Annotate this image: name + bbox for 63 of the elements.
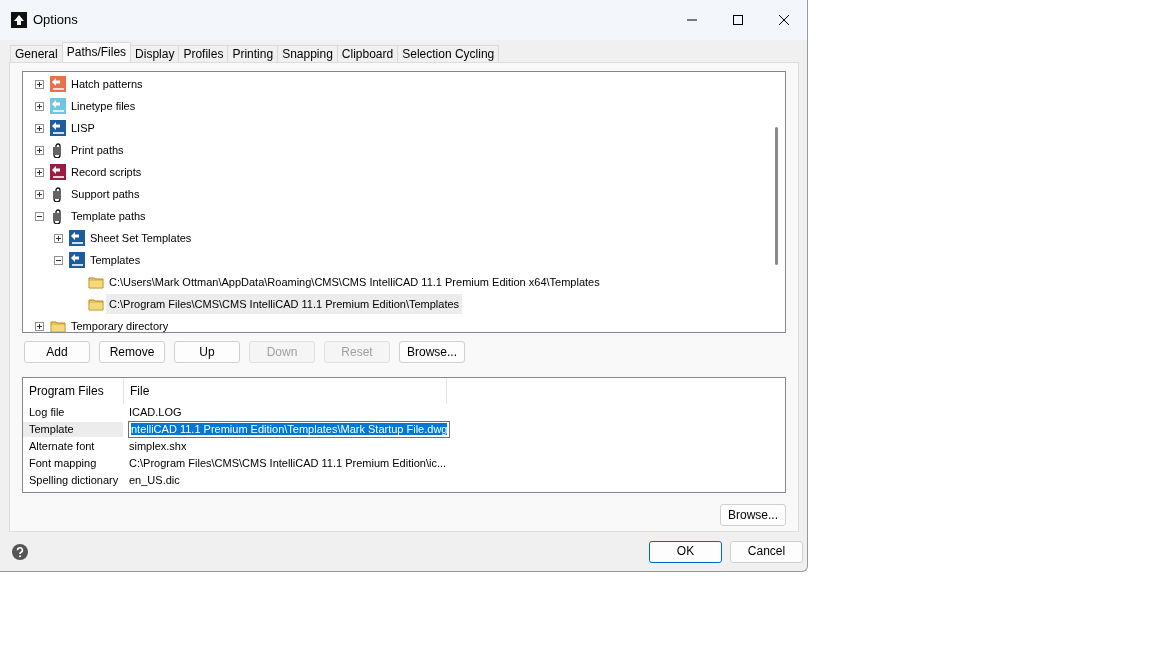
folder-icon: [50, 318, 66, 332]
expand-icon[interactable]: [35, 321, 44, 331]
tree-item[interactable]: Linetype files: [68, 96, 139, 116]
tree-item[interactable]: Print paths: [68, 140, 127, 160]
tree-item[interactable]: Support paths: [68, 184, 143, 204]
help-icon: [12, 543, 28, 560]
folder-icon: [88, 296, 104, 312]
tree-item[interactable]: Templates: [87, 250, 144, 270]
row-label[interactable]: Template: [23, 422, 123, 438]
file-type-icon: [50, 120, 66, 136]
cancel-button[interactable]: Cancel: [730, 540, 803, 563]
action-button[interactable]: Remove: [99, 341, 165, 363]
tab[interactable]: Printing: [227, 45, 279, 62]
action-button[interactable]: Browse...: [399, 341, 465, 363]
file-type-icon: [69, 252, 85, 268]
action-button[interactable]: Up: [174, 341, 240, 363]
tab[interactable]: Paths/Files: [61, 42, 132, 62]
window-title: Options: [33, 11, 78, 30]
path-field[interactable]: ntelliCAD 11.1 Premium Edition\Templates\Mark Startup File.dwg: [128, 421, 451, 438]
table-cell-text: ICAD.LOG: [128, 405, 182, 421]
file-type-icon: [50, 98, 66, 114]
file-type-icon: [50, 76, 66, 92]
table-cell-text: en_US.dic: [128, 473, 180, 489]
expand-icon[interactable]: [35, 145, 44, 155]
collapse-icon[interactable]: [54, 255, 63, 265]
tree-item[interactable]: Temporary directory: [68, 316, 172, 332]
folder-icon: [88, 274, 104, 290]
column-header[interactable]: Program Files: [23, 378, 124, 404]
tree-item[interactable]: Hatch patterns: [68, 74, 146, 94]
tree-item[interactable]: Record scripts: [68, 162, 145, 182]
tab[interactable]: Selection Cycling: [397, 45, 500, 62]
file-type-icon: [69, 230, 85, 246]
ok-button[interactable]: OK: [649, 540, 722, 563]
expand-icon[interactable]: [35, 189, 44, 199]
tab[interactable]: Display: [130, 45, 180, 62]
expand-icon[interactable]: [35, 101, 44, 111]
action-button[interactable]: Add: [24, 341, 90, 363]
row-label[interactable]: Font mapping: [23, 456, 123, 472]
expand-icon[interactable]: [35, 123, 44, 133]
expand-icon[interactable]: [35, 79, 44, 89]
tree-item[interactable]: LISP: [68, 118, 98, 138]
column-header[interactable]: File: [124, 378, 447, 404]
expand-icon[interactable]: [54, 233, 63, 243]
row-label[interactable]: Spelling dictionary: [23, 473, 123, 489]
tree-item[interactable]: Template paths: [68, 206, 149, 226]
tab[interactable]: Snapping: [277, 45, 338, 62]
tree-item[interactable]: C:\Program Files\CMS\CMS IntelliCAD 11.1 Premium Edition\Templates: [106, 294, 463, 314]
maximize-icon: [733, 15, 743, 25]
tab[interactable]: Clipboard: [336, 45, 399, 62]
tab[interactable]: General: [10, 45, 63, 62]
row-label[interactable]: Alternate font: [23, 439, 123, 455]
collapse-icon[interactable]: [35, 211, 44, 221]
tree-item[interactable]: C:\Users\Mark Ottman\AppData\Roaming\CMS\CMS IntelliCAD 11.1 Premium Edition x64\Templates: [106, 272, 603, 292]
scrollbar-thumb[interactable]: [775, 127, 778, 265]
close-icon: [779, 15, 789, 25]
expand-icon[interactable]: [35, 167, 44, 177]
app-icon: [11, 12, 27, 28]
row-label[interactable]: Log file: [23, 405, 123, 421]
tree-item[interactable]: Sheet Set Templates: [87, 228, 195, 248]
browse-button[interactable]: Browse...: [720, 504, 786, 526]
file-type-icon: [50, 164, 66, 180]
table-cell-text: simplex.shx: [128, 439, 187, 455]
table-cell-text: C:\Program Files\CMS\CMS IntelliCAD 11.1 Premium Edition\ic...: [128, 456, 447, 472]
